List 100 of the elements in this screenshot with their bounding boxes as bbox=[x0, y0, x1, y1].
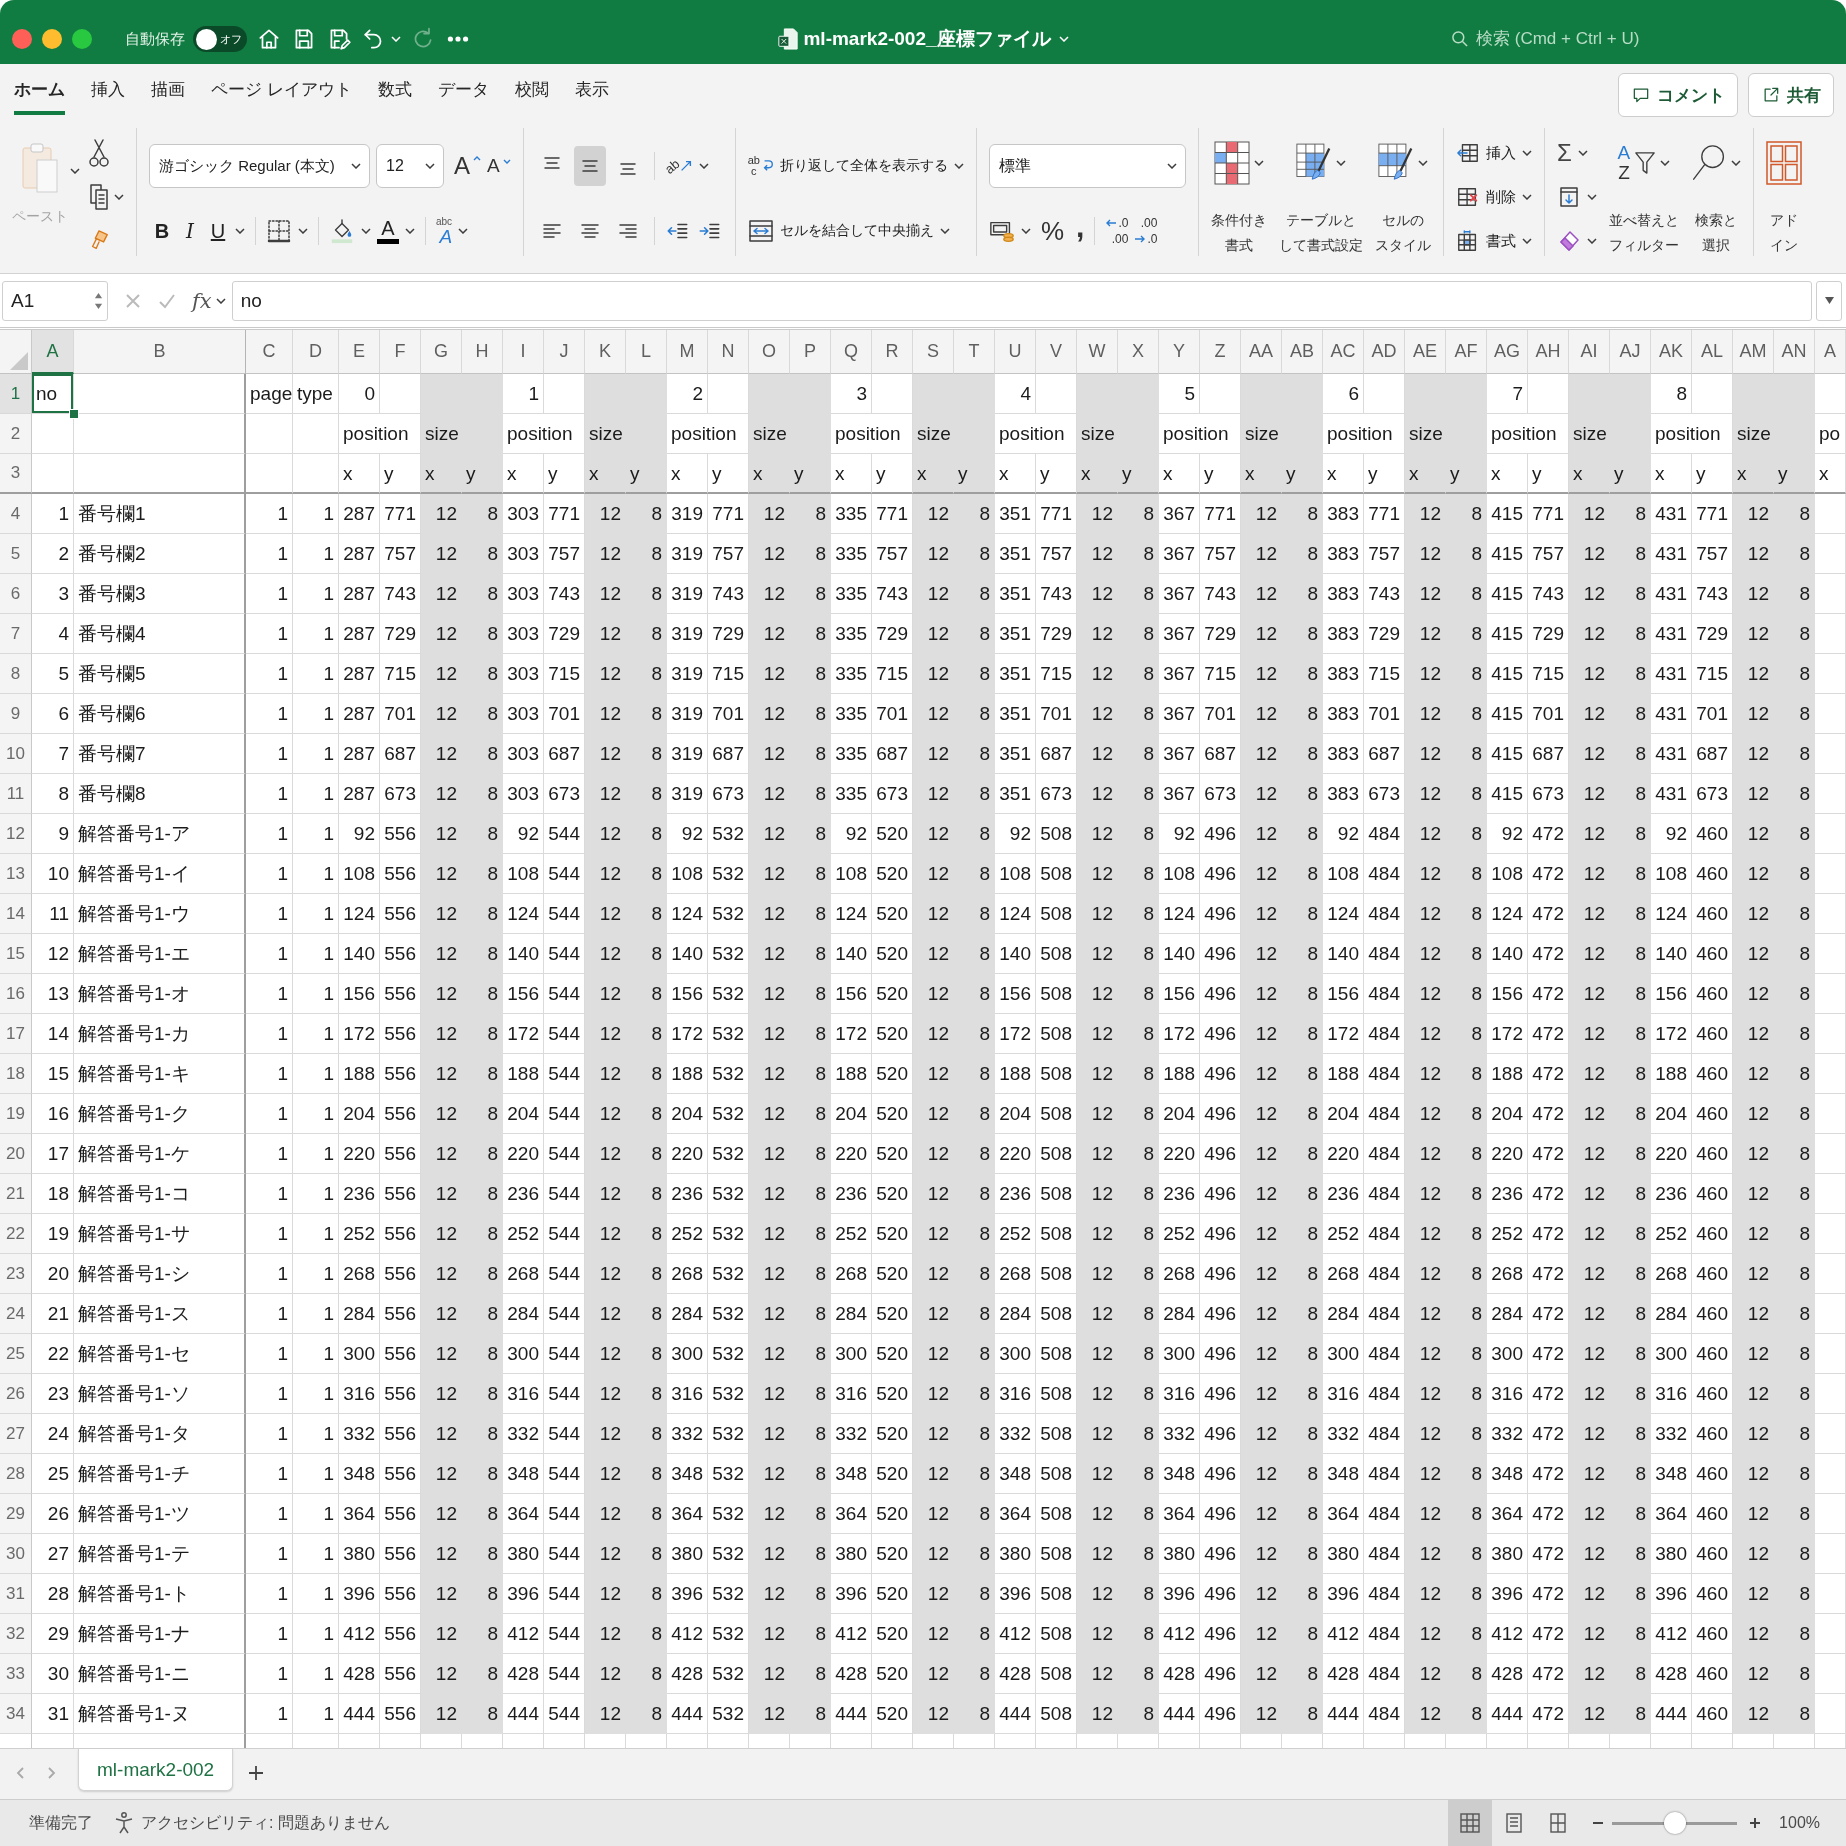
row-header[interactable]: 31 bbox=[0, 1574, 32, 1614]
caret-icon[interactable] bbox=[235, 228, 245, 234]
name-box[interactable]: A1 bbox=[2, 280, 108, 321]
insert-cells-button[interactable]: 挿入 bbox=[1455, 138, 1532, 168]
caret-icon[interactable] bbox=[70, 168, 80, 174]
wrap-text-button[interactable]: ab c 折り返して全体を表示する bbox=[747, 155, 948, 177]
menu-tab[interactable]: 校閲 bbox=[514, 64, 549, 115]
autosum-button[interactable]: Σ bbox=[1556, 138, 1597, 168]
column-header[interactable]: A bbox=[1815, 330, 1846, 374]
column-header[interactable]: F bbox=[380, 330, 421, 374]
row-header[interactable]: 9 bbox=[0, 694, 32, 734]
merge-center-button[interactable]: セルを結合して中央揃え bbox=[747, 218, 934, 244]
column-header[interactable]: R bbox=[872, 330, 913, 374]
orientation-button[interactable]: ab bbox=[664, 158, 694, 174]
shrink-font-button[interactable]: A bbox=[487, 155, 511, 177]
row-header[interactable]: 13 bbox=[0, 854, 32, 894]
menu-tab[interactable]: データ bbox=[437, 64, 489, 115]
column-header[interactable]: T bbox=[954, 330, 995, 374]
row-header[interactable]: 29 bbox=[0, 1494, 32, 1534]
cell-styles-button[interactable]: セルの スタイル bbox=[1374, 118, 1431, 258]
caret-icon[interactable] bbox=[1020, 228, 1031, 234]
borders-icon[interactable] bbox=[266, 218, 292, 244]
increase-decimal-button[interactable]: .0 .00 bbox=[1105, 216, 1129, 246]
row-header[interactable]: 5 bbox=[0, 534, 32, 574]
conditional-format-button[interactable]: 条件付き 書式 bbox=[1210, 118, 1267, 258]
align-middle-icon[interactable] bbox=[573, 146, 606, 186]
column-header[interactable]: N bbox=[708, 330, 749, 374]
underline-button[interactable]: U bbox=[207, 219, 229, 243]
caret-icon[interactable] bbox=[361, 228, 371, 234]
caret-icon[interactable] bbox=[298, 228, 308, 234]
column-header[interactable]: AH bbox=[1528, 330, 1569, 374]
find-select-button[interactable]: 検索と 選択 bbox=[1690, 118, 1741, 258]
accessibility-status[interactable]: アクセシビリティ: 問題ありません bbox=[141, 1812, 390, 1834]
column-header[interactable]: H bbox=[462, 330, 503, 374]
document-title[interactable]: ml-mark2-002_座標ファイル bbox=[803, 26, 1051, 52]
column-header[interactable]: AI bbox=[1569, 330, 1610, 374]
row-header[interactable]: 15 bbox=[0, 934, 32, 974]
column-header[interactable]: AC bbox=[1323, 330, 1364, 374]
column-header[interactable]: W bbox=[1077, 330, 1118, 374]
column-header[interactable]: A bbox=[32, 330, 74, 374]
caret-icon[interactable] bbox=[1253, 160, 1264, 166]
insert-function-button[interactable]: fx bbox=[192, 288, 226, 313]
caret-icon[interactable] bbox=[1586, 194, 1597, 200]
fill-handle[interactable] bbox=[69, 409, 79, 419]
row-header[interactable]: 10 bbox=[0, 734, 32, 774]
row-header[interactable]: 2 bbox=[0, 414, 32, 454]
column-header[interactable]: M bbox=[667, 330, 708, 374]
column-header[interactable]: D bbox=[293, 330, 339, 374]
search-field[interactable]: 検索 (Cmd + Ctrl + U) bbox=[1450, 29, 1686, 49]
format-as-table-button[interactable]: テーブルと して書式設定 bbox=[1278, 118, 1363, 258]
row-header[interactable]: 4 bbox=[0, 494, 32, 534]
caret-icon[interactable] bbox=[405, 228, 415, 234]
number-format-dropdown[interactable]: 標準 bbox=[988, 144, 1186, 188]
caret-icon[interactable] bbox=[351, 163, 361, 169]
caret-icon[interactable] bbox=[1335, 160, 1346, 166]
column-header[interactable]: L bbox=[626, 330, 667, 374]
caret-icon[interactable] bbox=[1521, 150, 1532, 156]
font-name-dropdown[interactable]: 游ゴシック Regular (本文) bbox=[149, 144, 370, 188]
row-header[interactable]: 24 bbox=[0, 1294, 32, 1334]
column-header[interactable]: E bbox=[339, 330, 380, 374]
column-header[interactable]: AJ bbox=[1610, 330, 1651, 374]
plus-icon[interactable] bbox=[1749, 1817, 1762, 1829]
row-header[interactable]: 28 bbox=[0, 1454, 32, 1494]
menu-tab[interactable]: 数式 bbox=[377, 64, 412, 115]
column-header[interactable]: I bbox=[503, 330, 544, 374]
row-header[interactable]: 32 bbox=[0, 1614, 32, 1654]
column-header[interactable]: X bbox=[1118, 330, 1159, 374]
column-header[interactable]: AE bbox=[1405, 330, 1446, 374]
caret-icon[interactable] bbox=[939, 228, 950, 234]
caret-icon[interactable] bbox=[1586, 238, 1597, 244]
column-header[interactable]: C bbox=[246, 330, 293, 374]
column-header[interactable]: U bbox=[995, 330, 1036, 374]
column-header[interactable]: J bbox=[544, 330, 585, 374]
formula-field[interactable]: no bbox=[231, 280, 1812, 321]
row-header[interactable]: 18 bbox=[0, 1054, 32, 1094]
paint-bucket-icon[interactable] bbox=[329, 218, 355, 244]
row-header[interactable]: 23 bbox=[0, 1254, 32, 1294]
column-header[interactable]: AA bbox=[1241, 330, 1282, 374]
column-header[interactable]: AK bbox=[1651, 330, 1692, 374]
row-header[interactable]: 27 bbox=[0, 1414, 32, 1454]
row-header[interactable]: 11 bbox=[0, 774, 32, 814]
accessibility-icon[interactable] bbox=[113, 1811, 135, 1835]
slider-thumb[interactable] bbox=[1663, 1812, 1686, 1834]
expand-formula-button[interactable] bbox=[1816, 280, 1842, 321]
column-header[interactable]: O bbox=[749, 330, 790, 374]
stepper-arrows-icon[interactable] bbox=[94, 290, 103, 311]
row-header[interactable]: 22 bbox=[0, 1214, 32, 1254]
zoom-level[interactable]: 100% bbox=[1779, 1814, 1820, 1832]
normal-view-icon[interactable] bbox=[1448, 1800, 1493, 1846]
column-header[interactable]: AD bbox=[1364, 330, 1405, 374]
minimize-window-icon[interactable] bbox=[42, 29, 62, 49]
column-header[interactable]: Y bbox=[1159, 330, 1200, 374]
menu-tab[interactable]: 描画 bbox=[151, 64, 185, 115]
font-size-dropdown[interactable]: 12 bbox=[376, 144, 444, 188]
plus-icon[interactable] bbox=[247, 1764, 266, 1782]
column-header[interactable]: S bbox=[913, 330, 954, 374]
font-color-button[interactable]: A bbox=[377, 218, 399, 244]
column-header[interactable]: Q bbox=[831, 330, 872, 374]
row-header[interactable]: 1 bbox=[0, 374, 32, 414]
comma-style-button[interactable]: , bbox=[1076, 212, 1085, 250]
